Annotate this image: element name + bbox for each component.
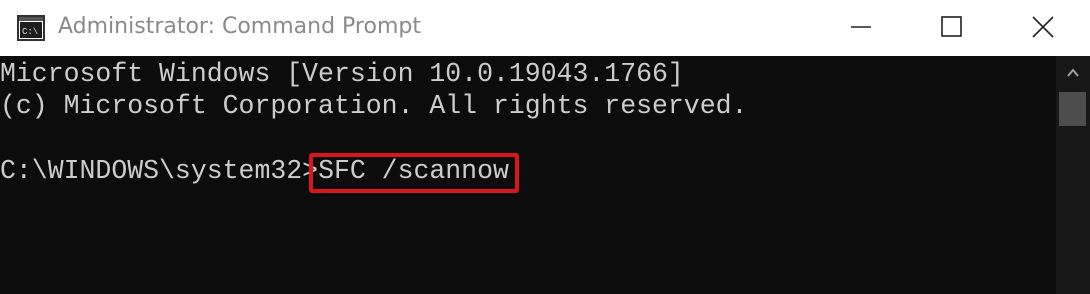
svg-text:C:\: C:\	[22, 27, 38, 37]
command-prompt-window: C:\ Administrator: Command Prompt Micros…	[0, 0, 1090, 294]
window-title: Administrator: Command Prompt	[58, 14, 421, 39]
maximize-icon	[941, 16, 962, 37]
cmd-icon[interactable]: C:\	[17, 15, 45, 41]
maximize-button[interactable]	[929, 0, 975, 56]
chevron-up-icon	[1067, 68, 1079, 77]
command-highlight-box	[309, 153, 519, 193]
close-button[interactable]	[1020, 0, 1066, 56]
minimize-icon	[851, 26, 871, 28]
prompt-text: C:\WINDOWS\system32>	[0, 156, 319, 186]
console-line: (c) Microsoft Corporation. All rights re…	[0, 91, 748, 121]
scroll-up-button[interactable]	[1056, 56, 1090, 90]
scrollbar-thumb[interactable]	[1059, 92, 1086, 126]
console-line: Microsoft Windows [Version 10.0.19043.17…	[0, 59, 684, 89]
minimize-button[interactable]	[838, 0, 884, 56]
console-output[interactable]: Microsoft Windows [Version 10.0.19043.17…	[0, 56, 1056, 294]
close-icon	[1032, 16, 1054, 38]
title-bar[interactable]: C:\ Administrator: Command Prompt	[0, 0, 1090, 56]
vertical-scrollbar[interactable]	[1056, 56, 1090, 294]
